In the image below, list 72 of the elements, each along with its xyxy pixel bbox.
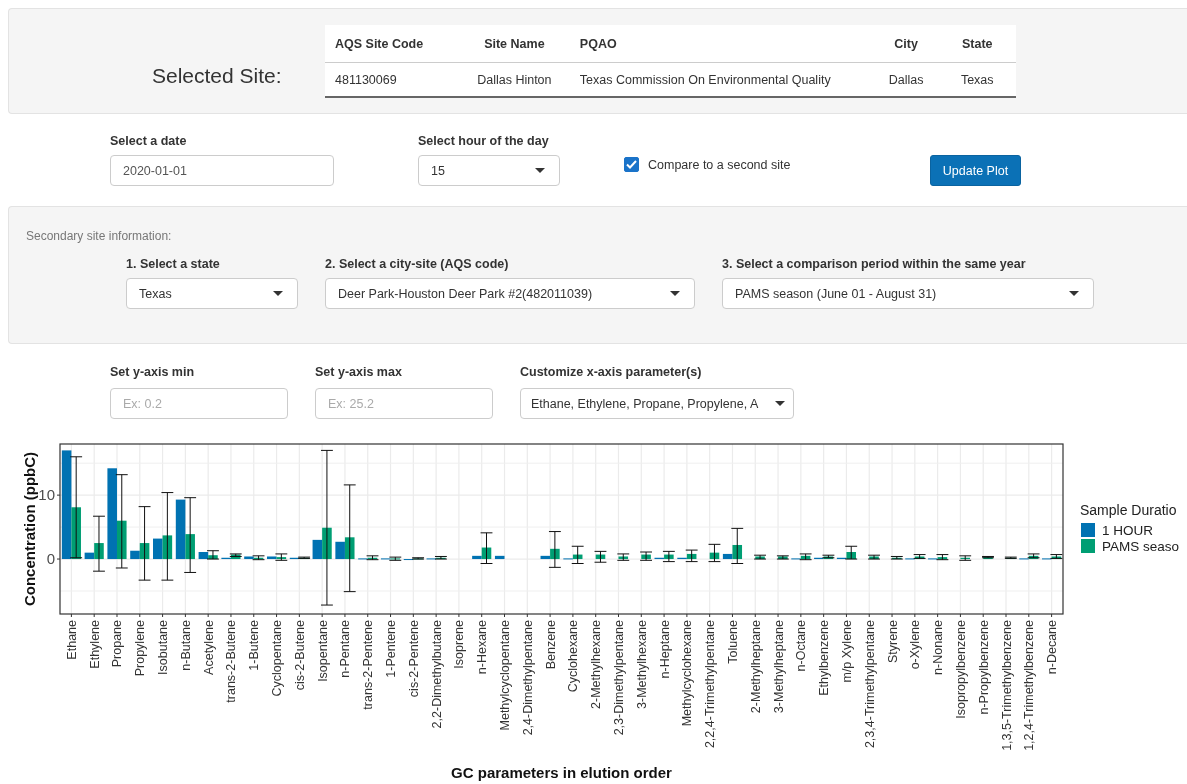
axis-title: GC parameters in elution order [451,764,672,781]
field-label: Set y-axis min [110,365,196,380]
axis-label: m/p Xylene [839,620,854,683]
axis-label: 2,3-Dimethylpentane [612,620,626,736]
axis-label: n-Butane [178,620,193,671]
field-label: 2. Select a city-site (AQS code) [325,257,510,272]
axis-label: Isopentane [315,620,330,682]
table-cell: Dallas [873,62,939,97]
column-header: AQS Site Code [325,25,461,63]
axis-title: Concentration (ppbC) [21,451,38,607]
axis-label: Isopropylbenzene [953,620,968,719]
axis-label: Styrene [885,620,900,664]
axis-label: 2,3,4-Trimethylpentane [862,620,877,749]
table-cell: 481130069 [325,62,461,97]
axis-label: n-Nonane [931,620,946,675]
axis-label: 2,4-Dimethylpentane [520,620,535,736]
axis-label: n-Propylbenzene [976,620,991,715]
axis-label: 2,2-Dimethylbutane [429,620,444,729]
legend-title: Sample Duratio [1080,502,1177,518]
tick-label: 10 [38,486,55,504]
field-label: Select hour of the day [418,134,550,149]
tick-label: 0 [46,550,55,568]
legend-label: 1 HOUR [1102,523,1153,538]
axis-label: n-Heptane [657,620,672,679]
section-label: Secondary site information: [26,229,173,243]
column-header: State [938,25,1016,63]
axis-label: 2-Methylhexane [589,620,604,709]
axis-label: 1,2,4-Trimethylbenzene [1022,620,1037,751]
axis-label: n-Pentane [338,620,353,678]
axis-label: 1-Butene [247,620,262,671]
table-cell: Texas [938,62,1016,97]
field-label: Set y-axis max [315,365,403,380]
axis-label: Propylene [133,620,148,677]
axis-label: trans-2-Pentene [361,620,376,710]
column-header: PQAO [567,25,874,63]
axis-label: n-Octane [794,620,809,672]
axis-label: Toluene [725,620,740,664]
axis-label: n-Decane [1045,620,1060,675]
axis-label: Ethane [64,620,79,660]
axis-label: cis-2-Butene [292,620,307,691]
axis-label: 2-Methylheptane [748,620,763,714]
axis-label: n-Hexane [475,620,490,675]
field-label: Customize x-axis parameter(s) [520,365,703,380]
axis-label: Cyclohexane [566,620,581,693]
axis-label: Methylcyclohexane [680,620,695,727]
axis-label: Benzene [543,620,558,670]
axis-label: 2,2,4-Trimethylpentane [703,620,718,749]
axis-label: trans-2-Butene [224,620,239,703]
checkbox-label: Compare to a second site [648,157,791,172]
axis-label: 1,3,5-Trimethylbenzene [999,620,1014,751]
column-header: City [873,25,939,63]
axis-label: 3-Methylheptane [771,620,786,714]
field-label: 3. Select a comparison period within the same year [722,257,1027,272]
axis-label: Propane [110,620,125,668]
axis-label: Isobutane [156,620,171,675]
table-cell: Texas Commission On Environmental Quality [567,62,874,97]
axis-label: Acetylene [201,620,216,675]
table-cell: Dallas Hinton [460,62,568,97]
axis-label: 3-Methylhexane [634,620,649,709]
legend-label: PAMS seaso [1102,539,1180,554]
field-label: Select a date [110,134,188,149]
axis-label: 1-Pentene [384,620,399,678]
selected-site-label: Selected Site: [152,64,283,88]
axis-label: o-Xylene [908,620,923,670]
axis-label: Ethylbenzene [817,620,832,696]
axis-label: Cyclopentane [270,620,285,697]
axis-label: Ethylene [87,620,102,669]
axis-label: cis-2-Pentene [406,620,421,698]
axis-label: Methylcyclopentane [498,620,512,731]
field-label: 1. Select a state [126,257,221,272]
column-header: Site Name [460,25,568,63]
axis-label: Isoprene [452,620,467,669]
